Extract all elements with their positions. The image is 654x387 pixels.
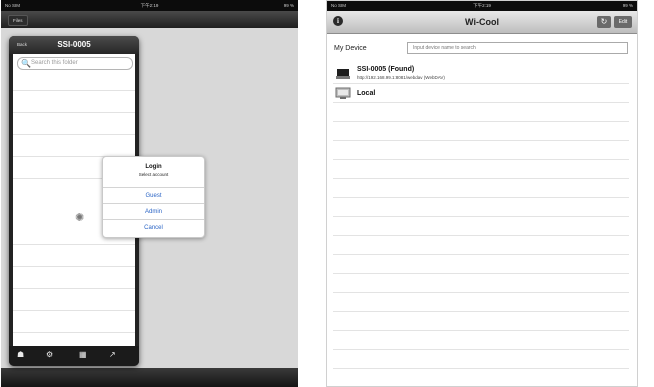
list-row: [13, 244, 135, 245]
divider: [333, 368, 629, 369]
divider: [333, 178, 629, 179]
divider: [333, 216, 629, 217]
dialog-subtitle: Select account: [138, 172, 169, 177]
divider: [333, 311, 629, 312]
nas-drive-icon: [336, 69, 350, 79]
edit-button[interactable]: Edit: [614, 16, 632, 28]
login-dialog: Login Select account Guest Admin Cancel: [102, 156, 205, 238]
divider: [333, 330, 629, 331]
left-ipad-screen: No SIM 下午2:19 99 % Files Back SSI-0005 🔍…: [1, 0, 298, 387]
list-row: [13, 266, 135, 267]
top-toolbar: Files: [1, 11, 298, 28]
home-icon[interactable]: ☗: [17, 350, 24, 360]
share-icon[interactable]: ↗: [109, 350, 116, 360]
cancel-option[interactable]: Cancel: [103, 219, 204, 236]
navigation-bar: i Wi-Cool ↻ Edit: [327, 11, 637, 34]
device-url: http://192.168.99.1:8081/webdav (WebDAV): [357, 75, 445, 80]
divider: [333, 140, 629, 141]
divider: [333, 197, 629, 198]
divider: [333, 292, 629, 293]
gear-icon[interactable]: ⚙: [46, 350, 53, 360]
clock-label: 下午2:19: [140, 3, 159, 8]
divider: [333, 254, 629, 255]
loading-spinner-icon: ✺: [75, 212, 85, 224]
dialog-title: Login: [145, 164, 162, 170]
list-row: [13, 288, 135, 289]
device-name: Local: [357, 90, 376, 97]
device-name: SSI-0005 (Found): [357, 66, 415, 73]
popover-toolbar: ☗ ⚙ ▦ ↗: [9, 346, 139, 366]
status-bar: No SIM 下午2:19 99 %: [327, 1, 637, 11]
files-button[interactable]: Files: [8, 15, 28, 26]
battery-label: 99 %: [283, 3, 294, 8]
device-row[interactable]: Local: [327, 85, 637, 101]
list-row: [13, 112, 135, 113]
divider: [333, 102, 629, 103]
bottom-toolbar: [1, 368, 298, 387]
divider: [333, 121, 629, 122]
battery-label: 99 %: [622, 3, 633, 8]
device-search-input[interactable]: [407, 42, 628, 54]
divider: [333, 235, 629, 236]
computer-monitor-icon: [335, 87, 351, 99]
list-row: [13, 332, 135, 333]
guest-option[interactable]: Guest: [103, 187, 204, 204]
divider: [333, 349, 629, 350]
popover-header: Back SSI-0005: [9, 36, 139, 54]
search-icon: 🔍: [21, 59, 31, 68]
folder-search-field[interactable]: 🔍 Search this folder: [17, 57, 133, 70]
list-row: [13, 134, 135, 135]
clock-label: 下午2:19: [473, 3, 491, 8]
status-bar: No SIM 下午2:19 99 %: [1, 0, 298, 11]
my-device-label: My Device: [334, 45, 367, 52]
admin-option[interactable]: Admin: [103, 203, 204, 220]
app-title: Wi-Cool: [465, 17, 499, 27]
folder-search-placeholder: Search this folder: [31, 60, 78, 66]
device-row[interactable]: SSI-0005 (Found) http://192.168.99.1:808…: [327, 65, 637, 83]
grid-icon[interactable]: ▦: [79, 350, 87, 360]
divider: [333, 273, 629, 274]
refresh-button[interactable]: ↻: [597, 16, 611, 28]
list-row: [13, 310, 135, 311]
list-row: [13, 90, 135, 91]
right-ipad-screen: No SIM 下午2:19 99 % i Wi-Cool ↻ Edit My D…: [326, 0, 638, 387]
divider: [333, 159, 629, 160]
popover-title: SSI-0005: [57, 40, 91, 49]
divider: [333, 83, 629, 84]
